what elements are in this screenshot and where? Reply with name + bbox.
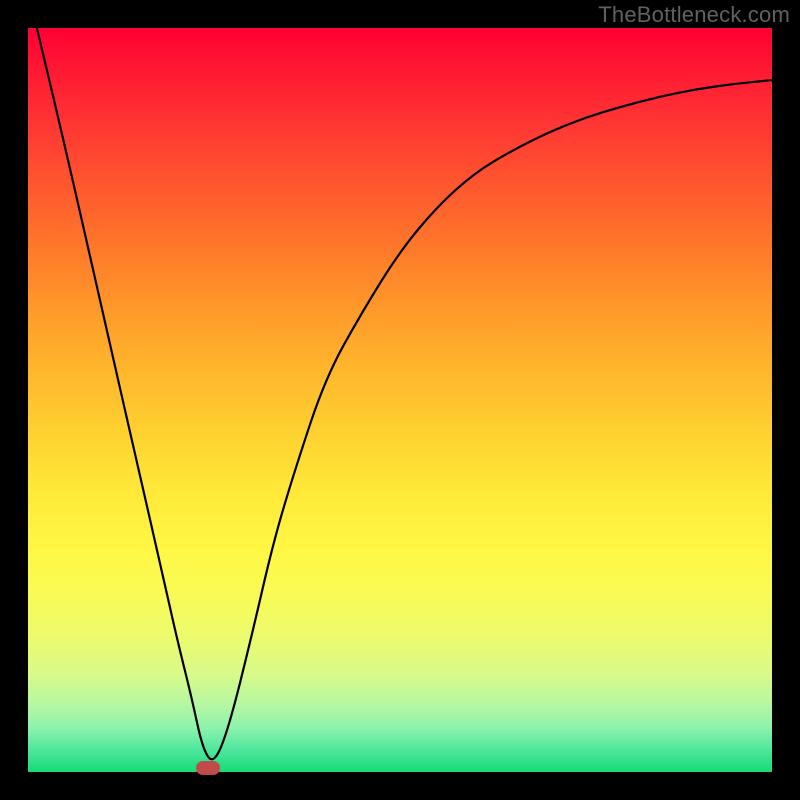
chart-frame: TheBottleneck.com xyxy=(0,0,800,800)
watermark-text: TheBottleneck.com xyxy=(598,2,790,28)
optimal-point-marker xyxy=(196,761,220,775)
curve-path xyxy=(28,0,772,759)
plot-area xyxy=(28,28,772,772)
bottleneck-curve xyxy=(28,28,772,772)
